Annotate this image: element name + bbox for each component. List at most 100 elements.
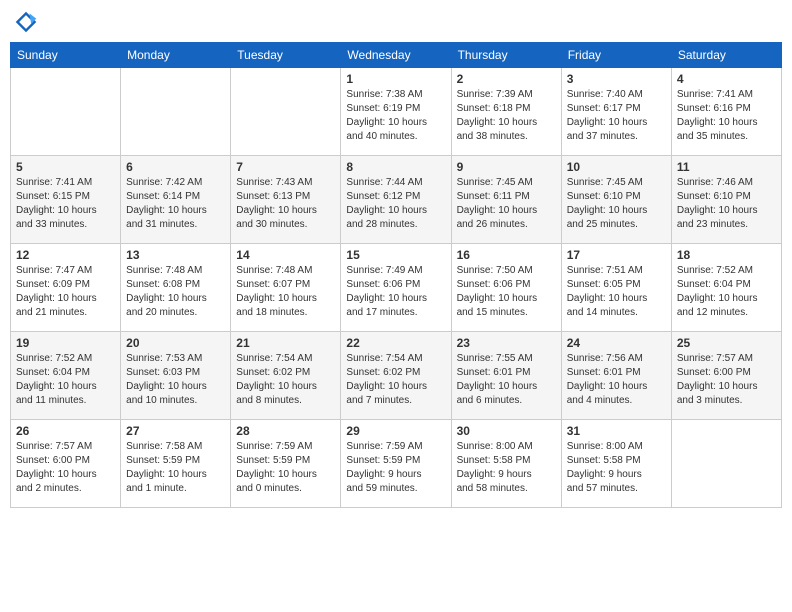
- calendar-cell: 29 Sunrise: 7:59 AM Sunset: 5:59 PM Dayli…: [341, 420, 451, 508]
- day-number: 20: [126, 336, 225, 350]
- day-info: Sunrise: 7:54 AM Sunset: 6:02 PM Dayligh…: [236, 352, 335, 408]
- calendar-cell: 27 Sunrise: 7:58 AM Sunset: 5:59 PM Dayli…: [121, 420, 231, 508]
- day-info: Sunrise: 7:42 AM Sunset: 6:14 PM Dayligh…: [126, 176, 225, 232]
- day-info: Sunrise: 7:43 AM Sunset: 6:13 PM Dayligh…: [236, 176, 335, 232]
- day-number: 18: [677, 248, 776, 262]
- calendar-cell: 26 Sunrise: 7:57 AM Sunset: 6:00 PM Dayli…: [11, 420, 121, 508]
- day-info: Sunrise: 7:48 AM Sunset: 6:07 PM Dayligh…: [236, 264, 335, 320]
- day-info: Sunrise: 7:44 AM Sunset: 6:12 PM Dayligh…: [346, 176, 445, 232]
- day-number: 2: [457, 72, 556, 86]
- day-info: Sunrise: 7:40 AM Sunset: 6:17 PM Dayligh…: [567, 88, 666, 144]
- week-row-3: 12 Sunrise: 7:47 AM Sunset: 6:09 PM Dayli…: [11, 244, 782, 332]
- calendar-cell: 17 Sunrise: 7:51 AM Sunset: 6:05 PM Dayli…: [561, 244, 671, 332]
- calendar-cell: [11, 68, 121, 156]
- day-info: Sunrise: 7:41 AM Sunset: 6:15 PM Dayligh…: [16, 176, 115, 232]
- day-info: Sunrise: 7:48 AM Sunset: 6:08 PM Dayligh…: [126, 264, 225, 320]
- calendar-header: SundayMondayTuesdayWednesdayThursdayFrid…: [11, 43, 782, 68]
- day-number: 31: [567, 424, 666, 438]
- day-number: 21: [236, 336, 335, 350]
- day-number: 19: [16, 336, 115, 350]
- day-info: Sunrise: 7:46 AM Sunset: 6:10 PM Dayligh…: [677, 176, 776, 232]
- day-info: Sunrise: 7:47 AM Sunset: 6:09 PM Dayligh…: [16, 264, 115, 320]
- calendar-cell: [231, 68, 341, 156]
- header-cell-friday: Friday: [561, 43, 671, 68]
- calendar-cell: 1 Sunrise: 7:38 AM Sunset: 6:19 PM Daylig…: [341, 68, 451, 156]
- logo-icon: [14, 10, 38, 34]
- day-number: 16: [457, 248, 556, 262]
- day-number: 9: [457, 160, 556, 174]
- day-info: Sunrise: 7:57 AM Sunset: 6:00 PM Dayligh…: [16, 440, 115, 496]
- week-row-2: 5 Sunrise: 7:41 AM Sunset: 6:15 PM Daylig…: [11, 156, 782, 244]
- calendar-cell: 18Sunrise: 7:52 AM Sunset: 6:04 PM Dayli…: [671, 244, 781, 332]
- header-cell-monday: Monday: [121, 43, 231, 68]
- header-cell-saturday: Saturday: [671, 43, 781, 68]
- calendar-cell: 13Sunrise: 7:48 AM Sunset: 6:08 PM Dayli…: [121, 244, 231, 332]
- calendar-cell: 4 Sunrise: 7:41 AM Sunset: 6:16 PM Daylig…: [671, 68, 781, 156]
- week-row-4: 19 Sunrise: 7:52 AM Sunset: 6:04 PM Dayli…: [11, 332, 782, 420]
- calendar-cell: [121, 68, 231, 156]
- page-header: [10, 10, 782, 34]
- day-number: 26: [16, 424, 115, 438]
- day-number: 28: [236, 424, 335, 438]
- calendar-cell: 5 Sunrise: 7:41 AM Sunset: 6:15 PM Daylig…: [11, 156, 121, 244]
- day-number: 22: [346, 336, 445, 350]
- calendar-cell: 30 Sunrise: 8:00 AM Sunset: 5:58 PM Dayli…: [451, 420, 561, 508]
- calendar-cell: 25Sunrise: 7:57 AM Sunset: 6:00 PM Dayli…: [671, 332, 781, 420]
- calendar-cell: 12 Sunrise: 7:47 AM Sunset: 6:09 PM Dayli…: [11, 244, 121, 332]
- header-cell-sunday: Sunday: [11, 43, 121, 68]
- day-info: Sunrise: 7:59 AM Sunset: 5:59 PM Dayligh…: [346, 440, 445, 496]
- day-number: 3: [567, 72, 666, 86]
- day-info: Sunrise: 7:50 AM Sunset: 6:06 PM Dayligh…: [457, 264, 556, 320]
- calendar-cell: [671, 420, 781, 508]
- calendar-cell: 9 Sunrise: 7:45 AM Sunset: 6:11 PM Daylig…: [451, 156, 561, 244]
- day-info: Sunrise: 7:55 AM Sunset: 6:01 PM Dayligh…: [457, 352, 556, 408]
- calendar-cell: 3 Sunrise: 7:40 AM Sunset: 6:17 PM Daylig…: [561, 68, 671, 156]
- header-cell-wednesday: Wednesday: [341, 43, 451, 68]
- day-info: Sunrise: 7:56 AM Sunset: 6:01 PM Dayligh…: [567, 352, 666, 408]
- day-number: 7: [236, 160, 335, 174]
- calendar-cell: 10 Sunrise: 7:45 AM Sunset: 6:10 PM Dayli…: [561, 156, 671, 244]
- day-number: 14: [236, 248, 335, 262]
- day-info: Sunrise: 7:38 AM Sunset: 6:19 PM Dayligh…: [346, 88, 445, 144]
- day-number: 27: [126, 424, 225, 438]
- day-number: 11: [677, 160, 776, 174]
- calendar-cell: 21 Sunrise: 7:54 AM Sunset: 6:02 PM Dayli…: [231, 332, 341, 420]
- day-number: 5: [16, 160, 115, 174]
- day-number: 24: [567, 336, 666, 350]
- day-info: Sunrise: 7:51 AM Sunset: 6:05 PM Dayligh…: [567, 264, 666, 320]
- calendar-cell: 11 Sunrise: 7:46 AM Sunset: 6:10 PM Dayli…: [671, 156, 781, 244]
- day-info: Sunrise: 7:39 AM Sunset: 6:18 PM Dayligh…: [457, 88, 556, 144]
- calendar-cell: 22 Sunrise: 7:54 AM Sunset: 6:02 PM Dayli…: [341, 332, 451, 420]
- week-row-5: 26 Sunrise: 7:57 AM Sunset: 6:00 PM Dayli…: [11, 420, 782, 508]
- day-info: Sunrise: 7:52 AM Sunset: 6:04 PM Dayligh…: [16, 352, 115, 408]
- day-number: 23: [457, 336, 556, 350]
- day-info: Sunrise: 8:00 AM Sunset: 5:58 PM Dayligh…: [567, 440, 666, 496]
- day-info: Sunrise: 8:00 AM Sunset: 5:58 PM Dayligh…: [457, 440, 556, 496]
- calendar-cell: 6Sunrise: 7:42 AM Sunset: 6:14 PM Daylig…: [121, 156, 231, 244]
- day-number: 25: [677, 336, 776, 350]
- calendar-cell: 24 Sunrise: 7:56 AM Sunset: 6:01 PM Dayli…: [561, 332, 671, 420]
- calendar-cell: 16 Sunrise: 7:50 AM Sunset: 6:06 PM Dayli…: [451, 244, 561, 332]
- day-info: Sunrise: 7:41 AM Sunset: 6:16 PM Dayligh…: [677, 88, 776, 144]
- day-number: 4: [677, 72, 776, 86]
- calendar-body: 1 Sunrise: 7:38 AM Sunset: 6:19 PM Daylig…: [11, 68, 782, 508]
- day-number: 30: [457, 424, 556, 438]
- day-number: 8: [346, 160, 445, 174]
- calendar-cell: 8 Sunrise: 7:44 AM Sunset: 6:12 PM Daylig…: [341, 156, 451, 244]
- day-number: 29: [346, 424, 445, 438]
- calendar-cell: 7 Sunrise: 7:43 AM Sunset: 6:13 PM Daylig…: [231, 156, 341, 244]
- day-number: 1: [346, 72, 445, 86]
- day-info: Sunrise: 7:58 AM Sunset: 5:59 PM Dayligh…: [126, 440, 225, 496]
- calendar-cell: 23 Sunrise: 7:55 AM Sunset: 6:01 PM Dayli…: [451, 332, 561, 420]
- day-info: Sunrise: 7:45 AM Sunset: 6:10 PM Dayligh…: [567, 176, 666, 232]
- header-cell-thursday: Thursday: [451, 43, 561, 68]
- day-number: 17: [567, 248, 666, 262]
- day-info: Sunrise: 7:53 AM Sunset: 6:03 PM Dayligh…: [126, 352, 225, 408]
- calendar-cell: 14 Sunrise: 7:48 AM Sunset: 6:07 PM Dayli…: [231, 244, 341, 332]
- day-number: 10: [567, 160, 666, 174]
- day-number: 15: [346, 248, 445, 262]
- day-info: Sunrise: 7:54 AM Sunset: 6:02 PM Dayligh…: [346, 352, 445, 408]
- header-row: SundayMondayTuesdayWednesdayThursdayFrid…: [11, 43, 782, 68]
- day-info: Sunrise: 7:45 AM Sunset: 6:11 PM Dayligh…: [457, 176, 556, 232]
- day-number: 12: [16, 248, 115, 262]
